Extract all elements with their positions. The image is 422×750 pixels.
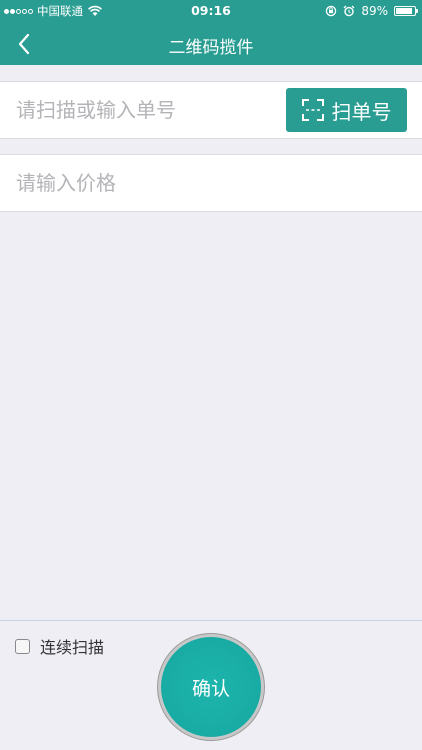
battery-icon — [394, 6, 418, 16]
confirm-button[interactable]: 确认 — [161, 637, 261, 737]
order-number-row: 扫单号 — [0, 81, 422, 139]
page-title: 二维码揽件 — [168, 38, 254, 58]
continuous-scan-toggle[interactable]: 连续扫描 — [15, 634, 104, 658]
scan-order-button[interactable]: 扫单号 — [286, 88, 407, 132]
price-input[interactable] — [16, 155, 406, 211]
scan-frame-icon — [301, 99, 324, 121]
battery-percent: 89% — [361, 4, 388, 18]
battery-level — [396, 8, 413, 14]
confirm-label: 确认 — [191, 677, 230, 700]
app-header: 中国联通 09:16 89% 二维码揽件 — [0, 0, 422, 65]
status-bar: 中国联通 09:16 89% — [0, 0, 422, 22]
scan-order-label: 扫单号 — [331, 99, 392, 124]
price-row — [0, 154, 422, 212]
rotation-lock-icon — [326, 5, 337, 17]
continuous-scan-checkbox[interactable] — [15, 638, 30, 654]
status-right: 89% — [325, 3, 418, 19]
order-number-input[interactable] — [16, 82, 276, 138]
continuous-scan-label: 连续扫描 — [40, 638, 105, 657]
nav-bar: 二维码揽件 — [0, 22, 422, 65]
alarm-icon — [343, 5, 355, 17]
